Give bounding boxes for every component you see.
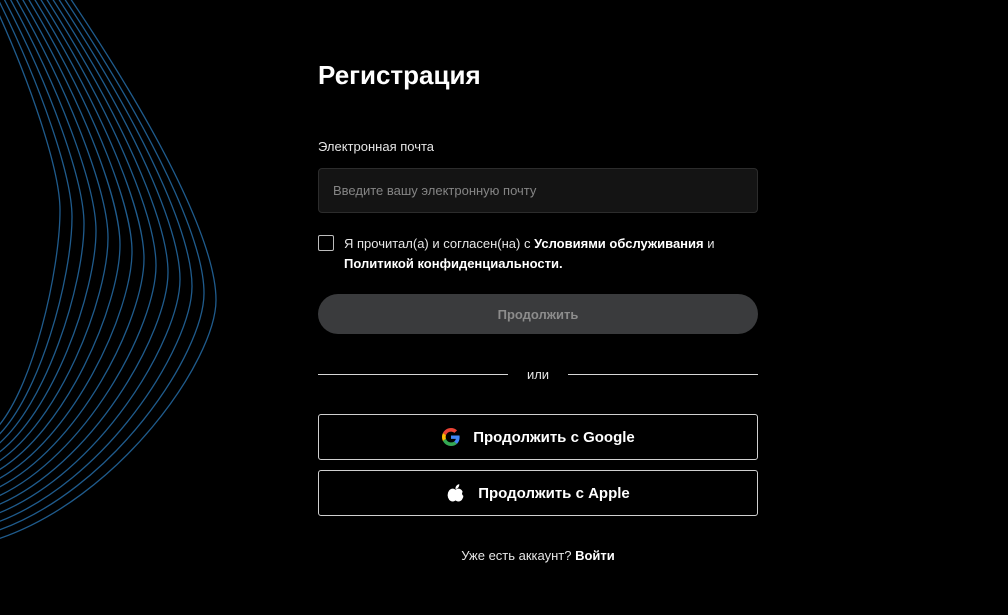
contour-line: [0, 15, 61, 426]
google-button-label: Продолжить с Google: [473, 428, 635, 446]
or-divider: или: [318, 354, 758, 394]
divider-line-left: [318, 373, 508, 375]
terms-text: Я прочитал(а) и согласен(на) с Условиями…: [344, 234, 758, 274]
contour-line: [0, 0, 193, 522]
continue-with-apple-button[interactable]: Продолжить с Apple: [318, 470, 758, 516]
decorative-contour-lines: [0, 0, 217, 539]
login-link[interactable]: Войти: [575, 548, 615, 563]
contour-line: [0, 0, 133, 479]
continue-with-google-button[interactable]: Продолжить с Google: [318, 414, 758, 460]
contour-line: [0, 0, 97, 453]
contour-line: [0, 0, 169, 505]
continue-button[interactable]: Продолжить: [318, 294, 758, 334]
terms-checkbox[interactable]: [318, 235, 334, 251]
contour-line: [0, 1, 73, 435]
contour-line: [0, 0, 157, 496]
signup-page: Регистрация Электронная почта Я прочитал…: [0, 0, 1008, 615]
email-field[interactable]: [318, 168, 758, 213]
signup-form: Регистрация Электронная почта Я прочитал…: [318, 58, 758, 563]
contour-line: [0, 0, 205, 531]
google-icon: [441, 427, 461, 447]
contour-line: [0, 0, 145, 488]
apple-button-label: Продолжить с Apple: [478, 484, 630, 502]
privacy-policy-link[interactable]: Политикой конфиденциальности.: [344, 256, 563, 271]
page-title: Регистрация: [318, 60, 481, 90]
login-prompt: Уже есть аккаунт? Войти: [318, 548, 758, 563]
apple-icon: [446, 483, 466, 503]
terms-prefix: Я прочитал(а) и согласен(на) с: [344, 236, 535, 251]
divider-line-right: [568, 373, 758, 375]
terms-of-service-link[interactable]: Условиями обслуживания: [534, 236, 704, 251]
divider-text: или: [526, 366, 550, 382]
terms-agreement: Я прочитал(а) и согласен(на) с Условиями…: [318, 234, 758, 274]
contour-line: [0, 0, 121, 470]
email-label: Электронная почта: [318, 139, 435, 154]
contour-line: [0, 0, 217, 539]
login-prompt-text: Уже есть аккаунт?: [461, 548, 576, 563]
contour-line: [0, 0, 109, 462]
contour-line: [0, 0, 181, 514]
terms-conjunction: и: [703, 236, 715, 251]
contour-line: [0, 0, 85, 444]
